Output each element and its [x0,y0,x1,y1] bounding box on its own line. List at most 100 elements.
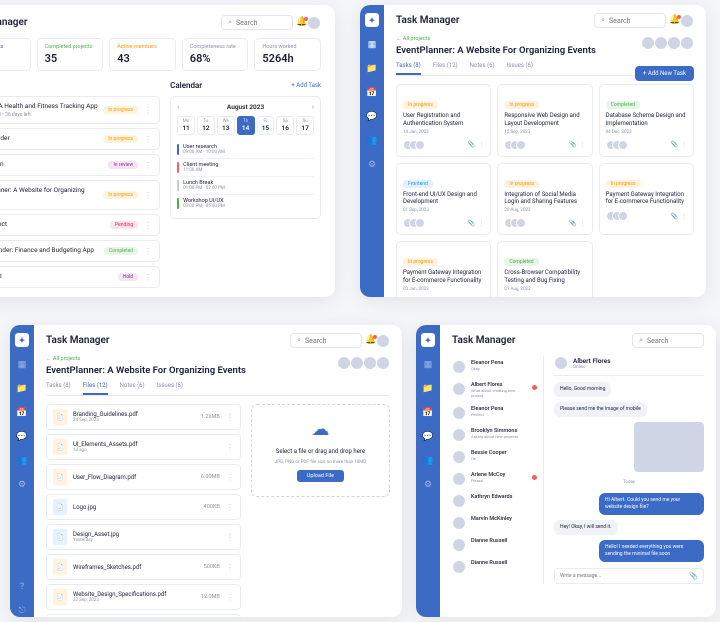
conversation-item[interactable]: Arlene McCoyPlease [452,468,537,490]
more-icon[interactable]: ⋮ [144,161,152,170]
logout-icon[interactable]: ⎋ [16,605,28,617]
project-row[interactable]: JobConnectPending⋮ [0,214,160,236]
gear-icon[interactable]: ⚙ [422,479,434,491]
gear-icon[interactable]: ⚙ [366,159,378,171]
calendar-icon[interactable]: 📅 [422,407,434,419]
more-icon[interactable]: ⋮ [226,443,234,452]
task-card[interactable]: In progressPayment Gateway Integration f… [599,163,694,236]
calendar-day[interactable]: Mo11 [177,116,195,135]
more-icon[interactable]: ⋮ [580,220,586,227]
gear-icon[interactable]: ⚙ [16,479,28,491]
grid-icon[interactable]: ▦ [16,359,28,371]
calendar-day[interactable]: Th14 [237,116,255,135]
users-icon[interactable]: 👥 [422,455,434,467]
avatar[interactable] [376,334,390,348]
calendar-day[interactable]: We13 [217,116,235,135]
chat-icon[interactable]: 💬 [366,111,378,123]
search-input[interactable] [609,17,659,25]
file-row[interactable]: 📄Wireframes_Sketches.pdf500KB⋮ [46,554,241,580]
search-box[interactable]: ⌕ [290,333,362,348]
calendar-day[interactable]: Fr15 [257,116,275,135]
tab[interactable]: Issues (6) [507,62,533,75]
more-icon[interactable]: ⋮ [144,247,152,256]
bell-icon[interactable]: 🔔 [365,335,377,347]
conversation-item[interactable]: Dianne Russell [452,556,537,578]
tab[interactable]: Issues (6) [157,382,183,395]
conversation-item[interactable]: Kathryn Edwards [452,490,537,512]
users-icon[interactable]: 👥 [16,455,28,467]
search-input[interactable] [647,337,697,345]
conversation-item[interactable]: Bessie CooperOk [452,446,537,468]
more-icon[interactable]: ⋮ [226,473,234,482]
file-row[interactable]: 📄Branding_Guidelines.pdf24 Sep, 20231.26… [46,404,241,430]
conversation-item[interactable]: Marvin McKinley [452,512,537,534]
calendar-day[interactable]: Tu12 [197,116,215,135]
task-card[interactable]: In progressPayment Gateway Integration f… [396,241,491,297]
upload-dropzone[interactable]: ☁ Select a file or drag and drop here JP… [251,404,390,497]
message-input-box[interactable]: 📎 [554,568,704,584]
chat-icon[interactable]: 💬 [16,431,28,443]
breadcrumb[interactable]: ← All projects [396,36,596,42]
conversation-item[interactable]: Albert FloresWhat about creating new pro… [452,378,537,402]
folder-icon[interactable]: 📁 [422,383,434,395]
conversation-item[interactable]: Brooklyn SimmonsAsking about new project… [452,424,537,446]
calendar-event[interactable]: Client meeting11:00 AM [177,158,314,176]
tab[interactable]: Tasks (8) [46,382,71,395]
search-input[interactable] [236,19,286,27]
search-input[interactable] [305,337,355,345]
tab[interactable]: Notes (6) [120,382,145,395]
more-icon[interactable]: ⋮ [580,141,586,148]
task-card[interactable]: In progressResponsive Web Design and Lay… [497,84,592,157]
task-card[interactable]: FrontendFront-end UI/UX Design and Devel… [396,163,491,236]
grid-icon[interactable]: ▦ [366,39,378,51]
project-row[interactable]: FoodieFinderIn progress⋮ [0,128,160,150]
file-row[interactable]: 📄UI_Elements_Assets.pdf1d ago⋮ [46,434,241,460]
calendar-icon[interactable]: 📅 [16,407,28,419]
calendar-day[interactable]: Su17 [296,116,314,135]
chat-icon[interactable]: 💬 [422,431,434,443]
bell-icon[interactable]: 🔔 [296,17,308,29]
file-row[interactable]: 📄Website_Design_Specifications.pdf23 Sep… [46,584,241,610]
search-box[interactable]: ⌕ [594,13,666,28]
more-icon[interactable]: ⋮ [681,213,687,220]
tab[interactable]: Files (12) [83,382,108,395]
project-row[interactable]: EventBuzzHold⋮ [0,266,160,288]
project-row[interactable]: MoneyMinder: Finance and Budgeting AppCo… [0,240,160,262]
more-icon[interactable]: ⋮ [226,563,234,572]
more-icon[interactable]: ⋮ [144,221,152,230]
file-row[interactable]: 📄Design_Asset.jpgYesterday⋮ [46,524,241,550]
chevron-left-icon[interactable]: ‹ [177,103,179,111]
project-row[interactable]: EventPlanner: A Website for Organizing E… [0,180,160,210]
calendar-event[interactable]: Workshop UI/UX03:00 PM - 05:00 PM [177,194,314,212]
more-icon[interactable]: ⋮ [144,135,152,144]
task-card[interactable]: In progressIntegration of Social Media L… [497,163,592,236]
conversation-item[interactable]: Dianne Russell [452,534,537,556]
upload-button[interactable]: Upload File [297,470,344,482]
logo-icon[interactable]: ✦ [365,13,379,27]
more-icon[interactable]: ⋮ [478,220,484,227]
more-icon[interactable]: ⋮ [226,533,234,542]
add-task-button[interactable]: + Add New Task [635,66,694,81]
calendar-event[interactable]: User research09:00 AM - 10:00 AM [177,141,314,158]
tab[interactable]: Tasks (8) [396,62,421,75]
avatar[interactable] [307,16,321,30]
more-icon[interactable]: ⋮ [144,106,152,115]
logo-icon[interactable]: ✦ [15,333,29,347]
calendar-event[interactable]: Lunch Break01:00 PM - 02:00 PM [177,176,314,194]
logo-icon[interactable]: ✦ [421,333,435,347]
search-box[interactable]: ⌕ [221,15,293,30]
calendar-day[interactable]: Sa16 [276,116,294,135]
project-row[interactable]: EcoGardenIn review⋮ [0,154,160,176]
conversation-item[interactable]: Eleanor PenaPerfect [452,402,537,424]
more-icon[interactable]: ⋮ [144,273,152,282]
tab[interactable]: Files (12) [433,62,458,75]
grid-icon[interactable]: ▦ [422,359,434,371]
task-card[interactable]: In progressUser Registration and Authent… [396,84,491,157]
attach-icon[interactable]: 📎 [689,572,698,580]
calendar-icon[interactable]: 📅 [366,87,378,99]
breadcrumb[interactable]: ← All projects [46,356,246,362]
message-input[interactable] [560,572,685,580]
more-icon[interactable]: ⋮ [226,503,234,512]
project-row[interactable]: FitTrack: A Health and Fitness Tracking … [0,96,160,124]
avatar[interactable] [680,14,694,28]
